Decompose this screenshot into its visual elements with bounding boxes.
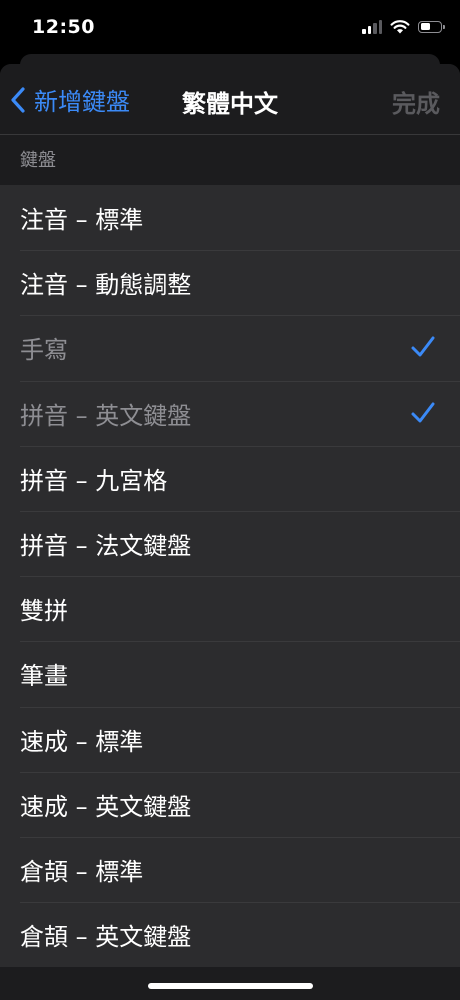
battery-icon [418, 20, 445, 33]
keyboard-option-label: 注音 – 動態調整 [20, 271, 192, 300]
status-bar: 12:50 [0, 0, 460, 56]
keyboard-option[interactable]: 倉頡 – 英文鍵盤 [0, 902, 460, 967]
keyboard-sheet: 新增鍵盤 繁體中文 完成 鍵盤 注音 – 標準 注音 – 動態調整 手寫 拼音 … [0, 64, 460, 1000]
keyboard-option-label: 速成 – 英文鍵盤 [20, 792, 192, 821]
keyboard-option-label: 速成 – 標準 [20, 727, 144, 756]
keyboard-option[interactable]: 筆畫 [0, 641, 460, 706]
keyboard-option-label: 倉頡 – 標準 [20, 857, 144, 886]
home-indicator [148, 983, 313, 989]
cellular-signal-icon [362, 19, 382, 34]
status-time: 12:50 [32, 16, 95, 38]
keyboard-option-label: 倉頡 – 英文鍵盤 [20, 923, 192, 952]
keyboard-option[interactable]: 速成 – 英文鍵盤 [0, 771, 460, 837]
keyboard-option[interactable]: 拼音 – 九宮格 [0, 445, 460, 511]
keyboard-option-label: 雙拼 [20, 597, 68, 626]
status-icons [362, 19, 445, 34]
keyboard-option[interactable]: 雙拼 [0, 576, 460, 641]
keyboard-list: 注音 – 標準 注音 – 動態調整 手寫 拼音 – 英文鍵盤 拼音 – 九宮格 … [0, 185, 460, 968]
keyboard-option[interactable]: 速成 – 標準 [0, 706, 460, 772]
keyboard-option[interactable]: 拼音 – 英文鍵盤 [0, 380, 460, 446]
navigation-bar: 新增鍵盤 繁體中文 完成 [0, 64, 460, 135]
done-button[interactable]: 完成 [392, 84, 440, 119]
screen: 12:50 新增鍵盤 繁體中文 完成 鍵盤 注音 – 標準 注音 – 動態調整 … [0, 0, 460, 1000]
keyboard-option-label: 拼音 – 英文鍵盤 [20, 401, 192, 430]
keyboard-option[interactable]: 注音 – 標準 [0, 185, 460, 250]
keyboard-option-label: 注音 – 標準 [20, 206, 144, 235]
keyboard-option-label: 拼音 – 法文鍵盤 [20, 532, 192, 561]
section-header: 鍵盤 [0, 135, 460, 185]
keyboard-option[interactable]: 倉頡 – 標準 [0, 836, 460, 902]
keyboard-option-label: 手寫 [20, 336, 68, 365]
keyboard-option-label: 拼音 – 九宮格 [20, 466, 168, 495]
keyboard-option[interactable]: 拼音 – 法文鍵盤 [0, 510, 460, 576]
wifi-icon [390, 20, 410, 34]
back-button[interactable]: 新增鍵盤 [10, 82, 130, 117]
keyboard-option-label: 筆畫 [20, 662, 68, 691]
back-button-label: 新增鍵盤 [34, 88, 130, 116]
keyboard-option[interactable]: 手寫 [0, 315, 460, 380]
keyboard-option[interactable]: 注音 – 動態調整 [0, 250, 460, 315]
checkmark-icon [411, 336, 435, 357]
chevron-left-icon [11, 86, 25, 113]
checkmark-icon [411, 402, 435, 423]
